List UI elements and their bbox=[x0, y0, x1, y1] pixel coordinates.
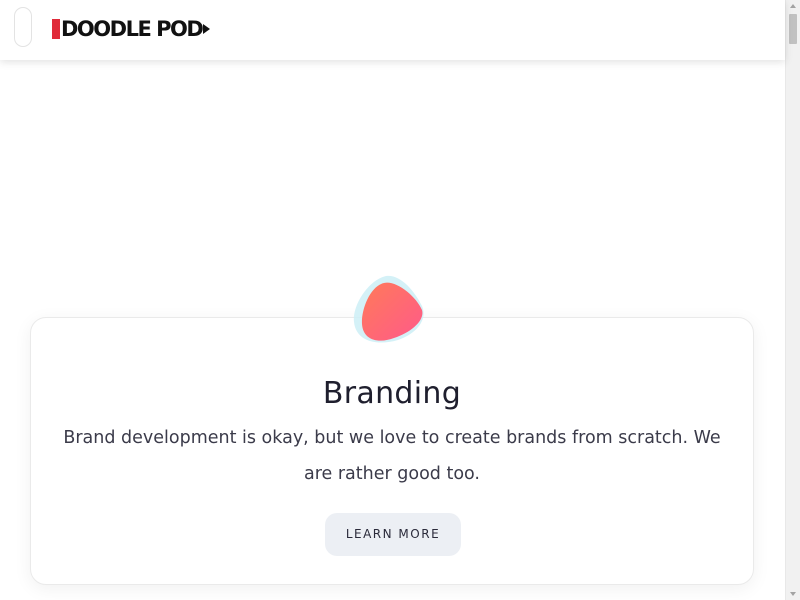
site-header: DOODLE POD bbox=[0, 0, 785, 60]
page: DOODLE POD Branding Brand development is… bbox=[0, 0, 800, 600]
logo-pencil-icon bbox=[52, 19, 60, 39]
logo-tip-icon bbox=[203, 24, 211, 34]
menu-toggle-button[interactable] bbox=[14, 7, 32, 47]
learn-more-button[interactable]: LEARN MORE bbox=[325, 513, 461, 556]
branding-blob-icon bbox=[350, 272, 430, 348]
logo-text: DOODLE POD bbox=[61, 17, 204, 41]
card-description: Brand development is okay, but we love t… bbox=[63, 428, 721, 484]
card-title: Branding bbox=[322, 376, 462, 411]
scroll-up-arrow-icon[interactable] bbox=[790, 4, 796, 8]
site-logo[interactable]: DOODLE POD bbox=[52, 16, 211, 42]
scroll-down-arrow-icon[interactable] bbox=[790, 592, 796, 596]
vertical-scrollbar[interactable] bbox=[785, 0, 800, 600]
branding-service-card: Branding Brand development is okay, but … bbox=[30, 317, 754, 585]
scroll-thumb[interactable] bbox=[789, 14, 797, 44]
